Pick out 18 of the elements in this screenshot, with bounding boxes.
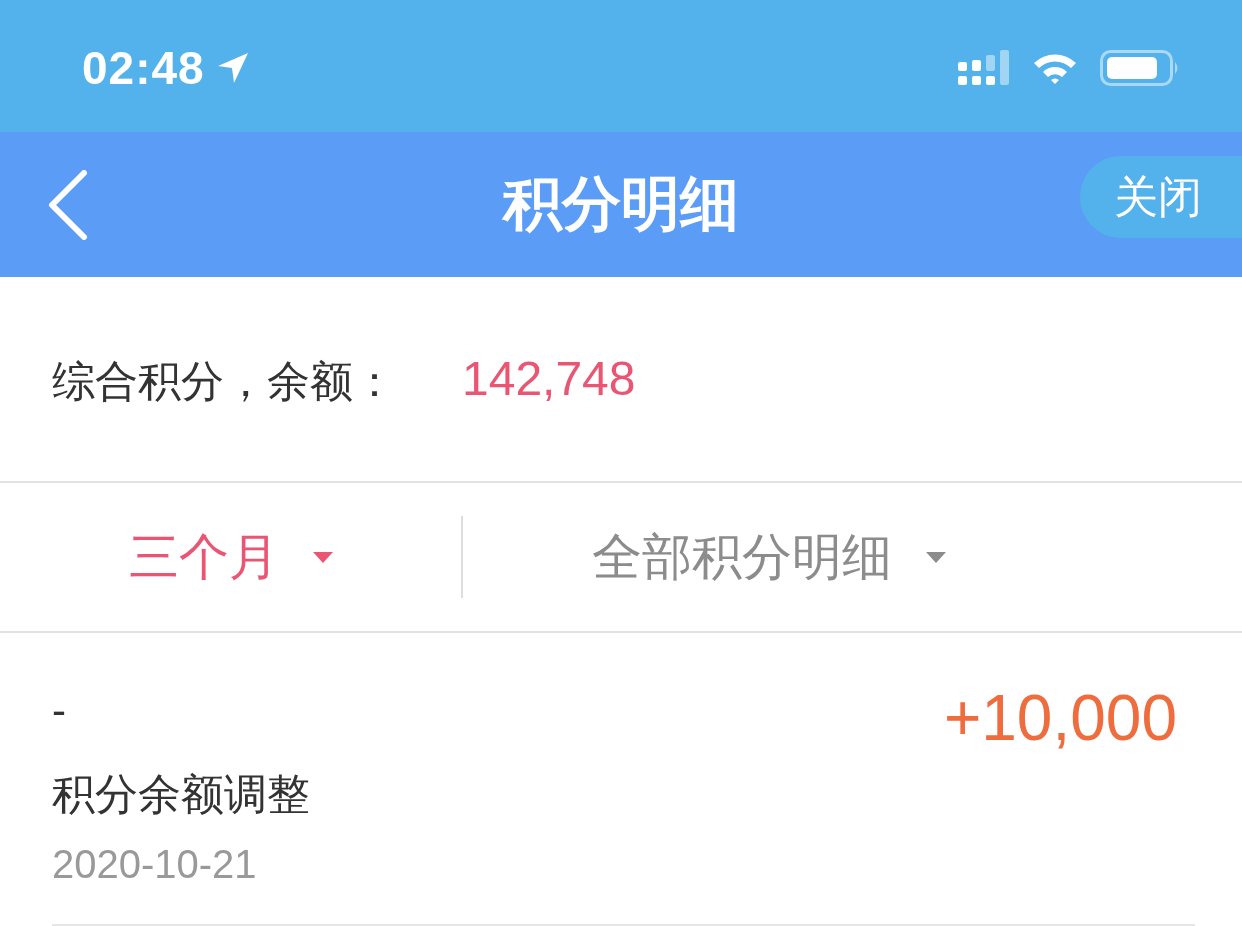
wifi-icon bbox=[1032, 51, 1078, 85]
record-amount: +10,000 bbox=[943, 686, 1177, 750]
back-icon[interactable] bbox=[48, 169, 88, 240]
page-title: 积分明细 bbox=[503, 175, 739, 234]
record-title: 积分余额调整 bbox=[52, 769, 310, 819]
record-date: 2020-10-21 bbox=[52, 841, 257, 888]
location-arrow-icon bbox=[216, 52, 249, 84]
status-time: 02:48 bbox=[82, 45, 205, 91]
filter-dropdown[interactable]: 全部积分明细 bbox=[591, 532, 946, 582]
battery-icon bbox=[1100, 50, 1180, 86]
close-button[interactable]: 关闭 bbox=[1080, 156, 1242, 238]
balance-label: 综合积分，余额： bbox=[52, 359, 396, 403]
caret-icon bbox=[312, 551, 333, 563]
signal-icon bbox=[958, 50, 1010, 86]
balance-value: 142,748 bbox=[462, 355, 636, 403]
record-marker: - bbox=[52, 686, 66, 736]
filter-dropdown[interactable]: 三个月 bbox=[128, 532, 333, 582]
caret-icon bbox=[925, 551, 946, 563]
